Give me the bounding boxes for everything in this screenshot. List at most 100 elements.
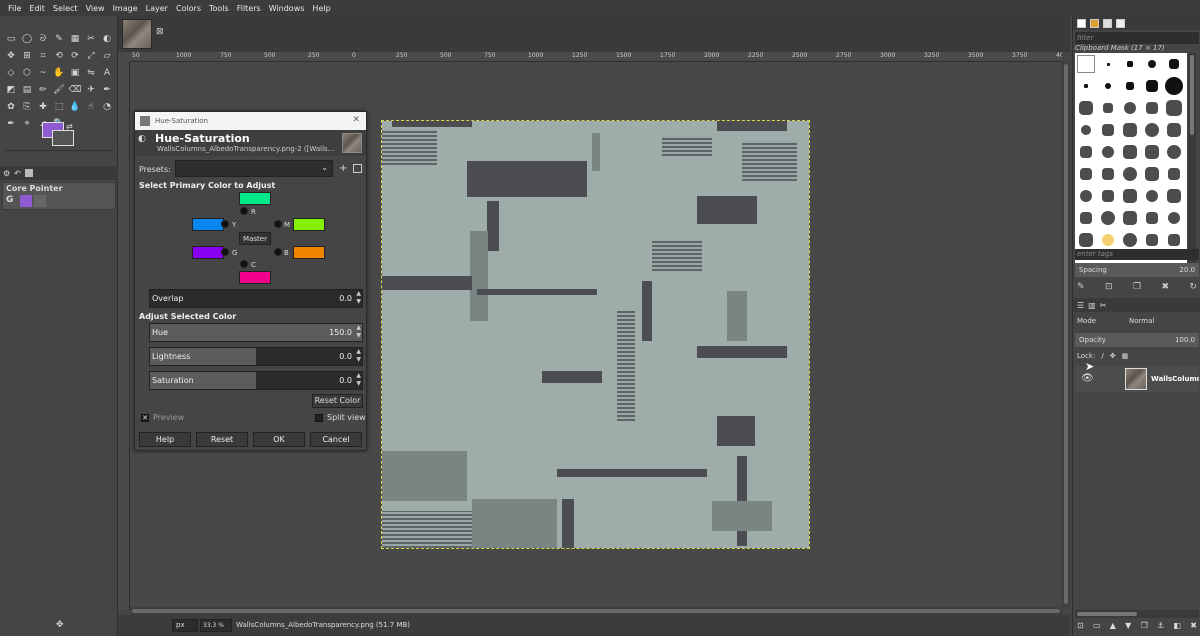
shear-tool-icon[interactable]: ▱ (99, 47, 115, 64)
brush-thumbnail[interactable] (1141, 141, 1163, 163)
brush-thumbnail[interactable] (1163, 97, 1185, 119)
dialog-titlebar[interactable]: Hue-Saturation ✕ (135, 112, 366, 130)
layer-visibility-eye-icon[interactable]: 👁 (1081, 373, 1094, 384)
pencil-tool-icon[interactable]: ✏ (35, 81, 51, 98)
brush-thumbnail[interactable] (1141, 119, 1163, 141)
new-brush-icon[interactable]: ⊡ (1105, 282, 1113, 292)
move-tool-icon[interactable]: ✥ (3, 47, 19, 64)
duplicate-layer-icon[interactable]: ❐ (1141, 621, 1148, 630)
duplicate-brush-icon[interactable]: ❐ (1133, 282, 1141, 292)
fonts-tab-icon[interactable] (1103, 18, 1112, 28)
dialog-close-icon[interactable]: ✕ (352, 115, 360, 125)
ink-tool-icon[interactable]: ✒ (99, 81, 115, 98)
align-tool-icon[interactable]: ⊞ (19, 47, 35, 64)
spin-arrows-icon[interactable]: ▲ ▼ (356, 324, 361, 340)
brush-thumbnail[interactable] (1075, 207, 1097, 229)
menu-view[interactable]: View (82, 4, 109, 13)
brush-thumbnail[interactable] (1141, 75, 1163, 97)
pointer-navigation-icon[interactable]: ✥ (56, 620, 64, 630)
brush-thumbnail[interactable] (1163, 229, 1185, 251)
brush-spacing-slider[interactable]: Spacing 20.0 (1075, 263, 1199, 277)
overlap-slider[interactable]: Overlap 0.0 ▲ ▼ (149, 289, 363, 308)
flip-tool-icon[interactable]: ⇋ (83, 64, 99, 81)
paintbrush-tool-icon[interactable]: 🖌 (51, 81, 67, 98)
brush-thumbnail[interactable] (1163, 53, 1185, 75)
image-canvas-texture[interactable] (381, 120, 810, 549)
bucket-fill-tool-icon[interactable]: ◩ (3, 81, 19, 98)
lock-pixels-icon[interactable]: / (1101, 352, 1103, 360)
brush-thumbnail[interactable] (1163, 207, 1185, 229)
clone-tool-icon[interactable]: ⎘ (19, 98, 35, 115)
spin-arrows-icon[interactable]: ▲ ▼ (356, 348, 361, 364)
brush-thumbnail[interactable] (1119, 207, 1141, 229)
lock-alpha-icon[interactable]: ▦ (1122, 352, 1129, 360)
preview-checkbox[interactable]: ✕ (141, 413, 149, 422)
ok-button[interactable]: OK (253, 432, 305, 447)
radio-c[interactable] (240, 260, 248, 268)
horizontal-scrollbar[interactable] (130, 607, 1062, 615)
brush-thumbnail[interactable] (1075, 141, 1097, 163)
brush-thumbnail[interactable] (1141, 97, 1163, 119)
swatch-c[interactable] (239, 271, 271, 284)
menu-colors[interactable]: Colors (172, 4, 205, 13)
brush-filter-input[interactable]: filter (1075, 32, 1199, 44)
blur-tool-icon[interactable]: 💧 (67, 98, 83, 115)
scale-tool-icon[interactable]: ⤢ (83, 47, 99, 64)
anchor-layer-icon[interactable]: ⚓ (1157, 621, 1164, 630)
brush-thumbnail[interactable] (1097, 53, 1119, 75)
images-tab-icon[interactable] (24, 169, 33, 177)
brush-thumbnail[interactable] (1075, 163, 1097, 185)
handle-transform-tool-icon[interactable]: ✋ (51, 64, 67, 81)
dodge-burn-tool-icon[interactable]: ◔ (99, 98, 115, 115)
airbrush-tool-icon[interactable]: ✈ (83, 81, 99, 98)
brush-thumbnail[interactable] (1097, 75, 1119, 97)
delete-brush-icon[interactable]: ✖ (1161, 282, 1169, 292)
vertical-ruler[interactable] (118, 62, 130, 610)
gradient-tool-icon[interactable]: ▤ (19, 81, 35, 98)
rect-select-tool-icon[interactable]: ▭ (3, 30, 19, 47)
brush-thumbnail[interactable] (1119, 163, 1141, 185)
ellipse-select-tool-icon[interactable]: ◯ (19, 30, 35, 47)
menu-filters[interactable]: Filters (233, 4, 265, 13)
brush-thumbnail[interactable] (1163, 119, 1185, 141)
split-view-toggle[interactable]: Split view (315, 413, 366, 422)
reset-color-button[interactable]: Reset Color (312, 394, 363, 408)
menu-tools[interactable]: Tools (205, 4, 233, 13)
brush-thumbnail[interactable] (1075, 229, 1097, 251)
split-view-checkbox[interactable] (315, 413, 323, 422)
tool-options-tab-icon[interactable]: ⚙ (3, 169, 10, 178)
brush-thumbnail[interactable] (1097, 207, 1119, 229)
unified-transform-tool-icon[interactable]: ⟲ (51, 47, 67, 64)
brush-thumbnail[interactable] (1119, 185, 1141, 207)
text-tool-icon[interactable]: A (99, 64, 115, 81)
brush-thumbnail[interactable] (1119, 97, 1141, 119)
add-preset-icon[interactable]: + (339, 163, 347, 174)
device-status-tab-icon[interactable]: ↶ (14, 169, 21, 178)
menu-select[interactable]: Select (49, 4, 82, 13)
brush-thumbnail[interactable] (1119, 75, 1141, 97)
swap-colors-icon[interactable]: ⇄ (66, 122, 73, 131)
menu-windows[interactable]: Windows (265, 4, 309, 13)
cage-transform-tool-icon[interactable]: ▣ (67, 64, 83, 81)
spin-arrows-icon[interactable]: ▲ ▼ (356, 372, 361, 388)
swatch-g[interactable] (192, 246, 224, 259)
fuzzy-select-tool-icon[interactable]: ✎ (51, 30, 67, 47)
radio-b[interactable] (274, 248, 282, 256)
radio-y[interactable] (221, 220, 229, 228)
lightness-slider[interactable]: Lightness 0.0 ▲ ▼ (149, 347, 363, 366)
document-history-tab-icon[interactable] (1116, 18, 1125, 28)
menu-edit[interactable]: Edit (25, 4, 49, 13)
swatch-b[interactable] (293, 246, 325, 259)
crop-tool-icon[interactable]: ⌗ (35, 47, 51, 64)
patterns-tab-icon[interactable] (1090, 18, 1099, 28)
brush-thumbnail[interactable] (1141, 229, 1163, 251)
brush-thumbnail[interactable] (1141, 53, 1163, 75)
brush-thumbnail[interactable] (1075, 97, 1097, 119)
layers-horizontal-scrollbar[interactable] (1075, 610, 1199, 618)
reset-button[interactable]: Reset (196, 432, 248, 447)
menu-help[interactable]: Help (308, 4, 334, 13)
vertical-scrollbar[interactable] (1062, 62, 1070, 607)
brush-grid[interactable] (1075, 53, 1187, 265)
radio-r[interactable] (240, 207, 248, 215)
master-button[interactable]: Master (239, 232, 271, 245)
